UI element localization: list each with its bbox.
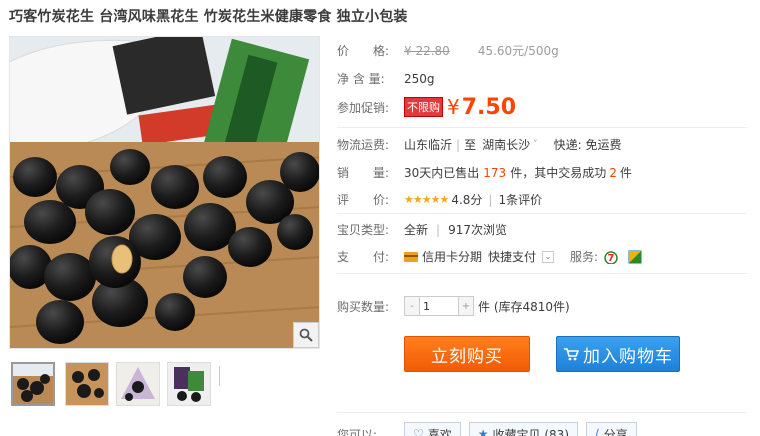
active-thumb-indicator (31, 362, 43, 363)
magnifier-icon (299, 328, 313, 342)
main-product-image[interactable] (9, 36, 320, 349)
net-weight-value: 250g (404, 71, 435, 86)
share-row: 您可以: ♡ 喜欢 ★ 收藏宝贝 (83) ⟨ 分享 (337, 422, 645, 436)
rating-score: 4.8分 (451, 193, 483, 207)
favorite-button[interactable]: ★ 收藏宝贝 (83) (468, 422, 578, 436)
add-to-cart-button[interactable]: 加入购物车 (556, 336, 680, 372)
thumbnail-2[interactable] (65, 362, 109, 406)
promo-price: 7.50 (461, 94, 517, 120)
favorite-label: 收藏宝贝 (83) (492, 427, 569, 436)
share-label: 您可以: (337, 427, 378, 436)
cart-icon (564, 348, 579, 361)
item-type-sep: | (436, 222, 441, 237)
rating-label: 评 价: (337, 193, 390, 207)
service-guarantee-icon[interactable] (628, 250, 642, 264)
shipping-sep: 至 (464, 138, 477, 152)
shipping-sep-bar: | (456, 137, 461, 152)
thumbnail-1[interactable] (11, 362, 55, 406)
quantity-label: 购买数量: (337, 299, 390, 314)
dropdown-icon[interactable]: ⌄ (542, 250, 555, 263)
divider-1 (337, 127, 747, 128)
service-label: 服务: (570, 250, 599, 264)
product-title: 巧客竹炭花生 台湾风味黑花生 竹炭花生米健康零食 独立小包装 (9, 9, 408, 25)
payment-label: 支 付: (337, 250, 390, 264)
original-price: ¥ 22.80 (404, 43, 450, 58)
shipping-method: 快递: 免运费 (553, 138, 622, 152)
divider-3 (337, 273, 747, 274)
shipping-destination[interactable]: 湖南长沙 (482, 136, 530, 153)
item-views: 917次浏览 (448, 223, 507, 237)
thumbnail-divider (219, 366, 220, 386)
share-icon: ⟨ (595, 427, 600, 436)
quick-pay[interactable]: 快捷支付 (488, 248, 536, 265)
sales-success: 2 (609, 165, 617, 180)
item-type-row: 宝贝类型: 全新 | 917次浏览 (337, 221, 507, 238)
like-button[interactable]: ♡ 喜欢 (404, 422, 461, 436)
unit-price: 45.60元/500g (477, 44, 559, 58)
quantity-decrease-button[interactable]: - (405, 297, 419, 315)
stock-info: 件 (库存4810件) (478, 299, 570, 314)
shipping-from: 山东临沂 (404, 138, 453, 152)
item-type-value: 全新 (404, 223, 429, 237)
net-weight-row: 净 含 量: 250g (337, 70, 435, 87)
promo-tag: 不限购 (404, 97, 443, 117)
net-weight-label: 净 含 量: (337, 72, 385, 86)
heart-icon: ♡ (413, 427, 424, 436)
sales-row: 销 量: 30天内已售出 173 件，其中交易成功 2 件 (337, 164, 632, 181)
item-type-label: 宝贝类型: (337, 223, 390, 237)
promo-currency: ¥ (447, 95, 460, 119)
price-row: 价 格: ¥ 22.80 45.60元/500g (337, 42, 559, 59)
rating-reviews[interactable]: 1条评价 (498, 191, 542, 208)
quantity-row: 购买数量: - + 件 (库存4810件) (337, 296, 570, 316)
thumbnail-4[interactable] (167, 362, 211, 406)
quantity-increase-button[interactable]: + (459, 297, 473, 315)
divider-4 (337, 412, 747, 413)
share-button[interactable]: ⟨ 分享 (586, 422, 637, 436)
sales-suffix: 件 (619, 166, 632, 180)
credit-card-icon (404, 251, 418, 262)
sales-label: 销 量: (337, 166, 390, 180)
credit-installment[interactable]: 信用卡分期 (422, 248, 482, 265)
share-label-text: 分享 (603, 427, 628, 436)
service-7day-icon[interactable]: 7 (604, 250, 618, 265)
sales-mid: 件，其中交易成功 (510, 166, 607, 180)
rating-stars-icon: ★★★★★ (404, 193, 449, 206)
shipping-label: 物流运费: (337, 138, 390, 152)
star-icon: ★ (477, 427, 489, 436)
buy-now-label: 立刻购买 (431, 346, 503, 367)
quantity-stepper: - + (404, 296, 474, 316)
add-to-cart-label: 加入购物车 (583, 346, 673, 367)
svg-text:7: 7 (608, 253, 615, 264)
chevron-down-icon[interactable]: ˇ (533, 140, 538, 150)
promo-row: 参加促销: 不限购 ¥ 7.50 (337, 93, 516, 121)
zoom-button[interactable] (293, 322, 319, 348)
rating-sep: | (488, 192, 493, 207)
peanuts-photo (10, 37, 319, 348)
promo-label: 参加促销: (337, 100, 390, 115)
shipping-row: 物流运费: 山东临沂 | 至 湖南长沙 ˇ 快递: 免运费 (337, 136, 621, 153)
sales-count: 173 (483, 165, 507, 180)
quantity-input[interactable] (419, 297, 459, 315)
sales-prefix: 30天内已售出 (404, 166, 480, 180)
thumbnail-3[interactable] (116, 362, 160, 406)
payment-row: 支 付: 信用卡分期 快捷支付 ⌄ 服务: 7 (337, 248, 642, 265)
rating-row: 评 价: ★★★★★ 4.8分 | 1条评价 (337, 191, 542, 208)
price-label: 价 格: (337, 44, 390, 58)
like-label: 喜欢 (427, 427, 452, 436)
buy-now-button[interactable]: 立刻购买 (404, 336, 530, 372)
divider-2 (337, 213, 747, 214)
